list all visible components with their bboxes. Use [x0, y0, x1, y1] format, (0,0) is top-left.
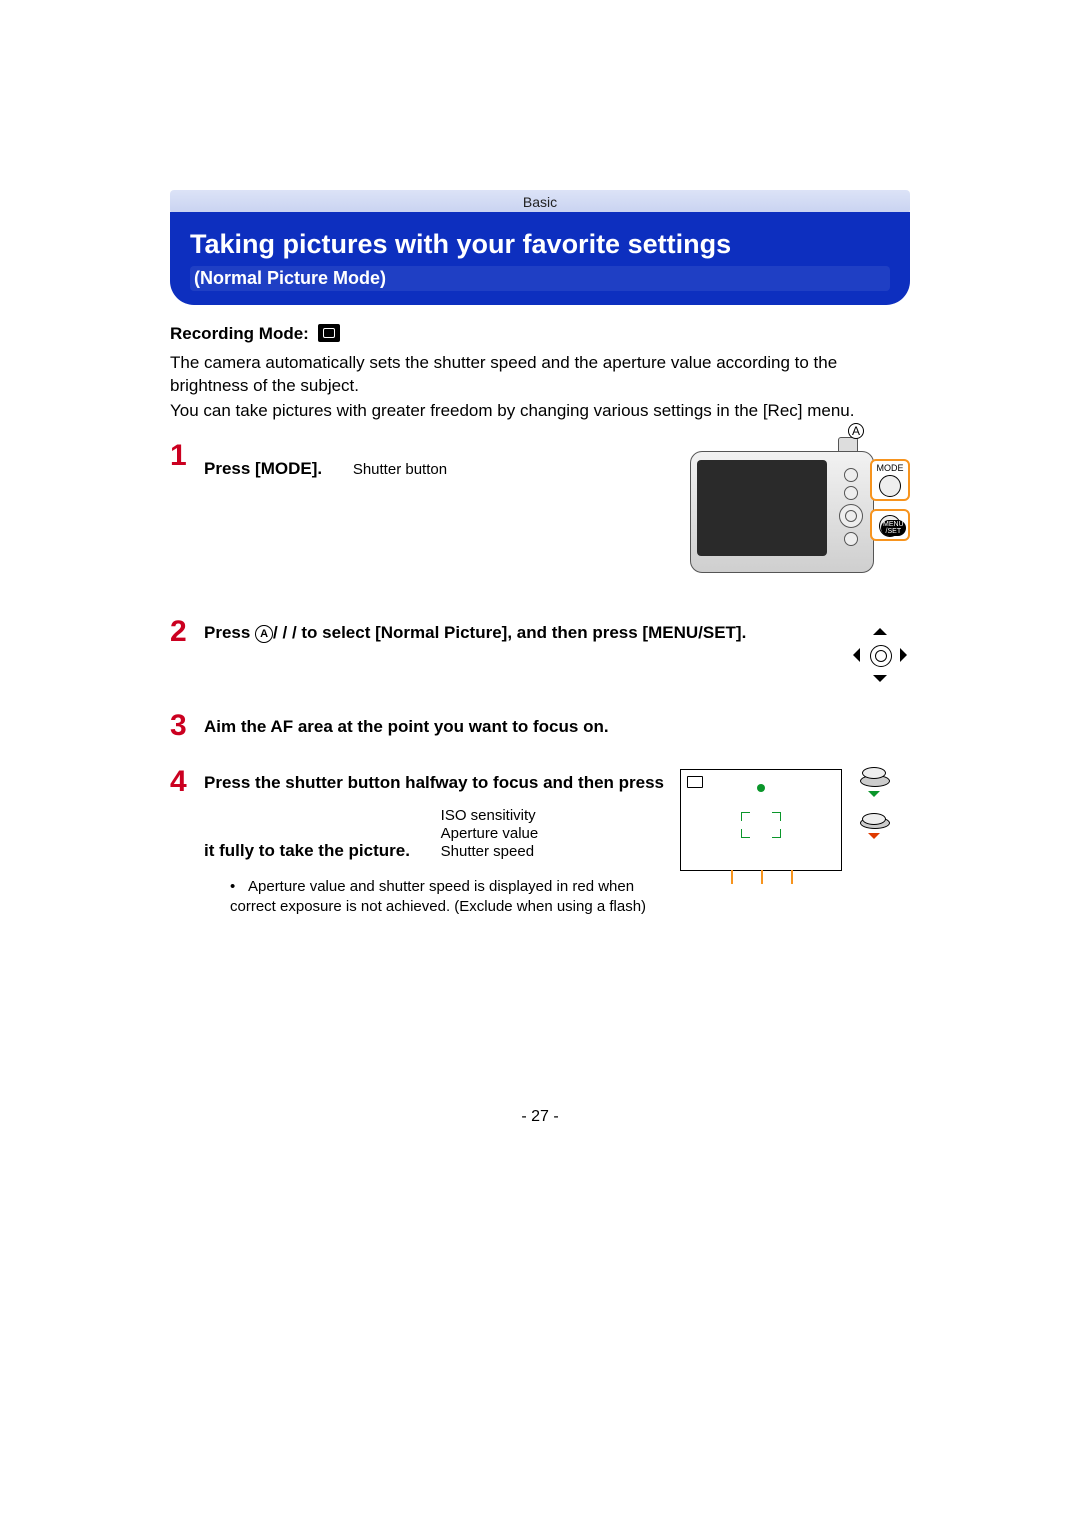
step-number: 1 — [170, 441, 204, 471]
step-mid: / / / to select [Normal Picture], and th… — [273, 623, 746, 642]
callout-A: A — [848, 423, 864, 439]
step-3: 3 Aim the AF area at the point you want … — [170, 713, 910, 741]
small-button-icon — [844, 468, 858, 482]
mode-label: MODE — [872, 463, 908, 473]
step-number: 2 — [170, 617, 204, 647]
tick-icon — [761, 870, 763, 884]
up-arrow-icon — [873, 621, 887, 635]
step-text: Press the shutter button halfway to focu… — [204, 773, 664, 860]
page-number: - 27 - — [0, 1108, 1080, 1126]
intro-para-1: The camera automatically sets the shutte… — [170, 352, 910, 398]
page: Basic Taking pictures with your favorite… — [0, 0, 1080, 916]
step-number: 4 — [170, 767, 204, 797]
rec-mode-icon — [687, 776, 703, 788]
press-diagrams — [860, 767, 900, 851]
step-4: 4 Press the shutter button halfway to fo… — [170, 769, 910, 916]
nav-diagram — [850, 619, 910, 685]
value-labels: ISO sensitivity Aperture value Shutter s… — [441, 807, 539, 861]
aperture-label: Aperture value — [441, 825, 539, 843]
menuset-button-callout: MENU /SET — [870, 509, 910, 541]
step-text: Aim the AF area at the point you want to… — [204, 717, 609, 736]
half-press-icon — [860, 767, 888, 789]
step-note: •Aperture value and shutter speed is dis… — [230, 877, 670, 916]
step-number: 3 — [170, 711, 204, 741]
right-arrow-icon — [900, 648, 914, 662]
step-2: 2 Press A/ / / to select [Normal Picture… — [170, 619, 910, 685]
step-body: Press A/ / / to select [Normal Picture],… — [204, 619, 850, 643]
note-text: Aperture value and shutter speed is disp… — [230, 878, 646, 915]
bullet-icon: • — [230, 877, 248, 897]
title-block: Taking pictures with your favorite setti… — [170, 212, 910, 305]
menuset-button-icon: MENU /SET — [879, 515, 901, 537]
page-title: Taking pictures with your favorite setti… — [190, 228, 890, 260]
center-button-icon — [870, 645, 892, 667]
left-arrow-icon — [846, 648, 860, 662]
callout-letter: A — [255, 625, 273, 643]
camera-mode-icon — [318, 324, 340, 342]
nav-cross-icon — [850, 625, 910, 685]
camera-body — [690, 451, 874, 573]
mode-button-callout: MODE — [870, 459, 910, 501]
step-1: 1 Press [MODE]. Shutter button A — [170, 443, 910, 591]
lcd-diagram — [680, 769, 910, 871]
step-body: Press the shutter button halfway to focu… — [204, 769, 680, 916]
focus-dot-icon — [757, 784, 765, 792]
full-press-icon — [860, 809, 888, 831]
page-subtitle: (Normal Picture Mode) — [190, 266, 890, 291]
intro-para-2: You can take pictures with greater freed… — [170, 400, 910, 423]
camera-diagram: A MODE — [690, 443, 910, 591]
shutter-speed-label: Shutter speed — [441, 843, 539, 861]
iso-label: ISO sensitivity — [441, 807, 539, 825]
step-prefix: Press — [204, 623, 255, 642]
recording-mode-label: Recording Mode: — [170, 324, 309, 343]
camera-callouts: MODE MENU /SET — [870, 459, 910, 549]
nav-dial-icon — [839, 504, 863, 528]
camera-screen — [697, 460, 827, 556]
lcd-screen — [680, 769, 842, 871]
down-arrow-icon — [873, 675, 887, 689]
shutter-button-label: Shutter button — [353, 461, 447, 479]
mode-button-icon — [879, 475, 901, 497]
step-text: Press [MODE]. — [204, 459, 322, 478]
steps-list: 1 Press [MODE]. Shutter button A — [170, 443, 910, 916]
camera-buttons — [833, 464, 869, 550]
step-body: Aim the AF area at the point you want to… — [204, 713, 910, 737]
small-button-icon — [844, 486, 858, 500]
small-button-icon — [844, 532, 858, 546]
af-area-icon — [741, 812, 781, 838]
value-ticks — [721, 870, 821, 884]
step-body: Press [MODE]. Shutter button — [204, 443, 690, 479]
menuset-label: MENU /SET — [881, 520, 906, 536]
intro: Recording Mode: The camera automatically… — [170, 323, 910, 423]
tick-icon — [731, 870, 733, 884]
tick-icon — [791, 870, 793, 884]
section-header: Basic — [170, 190, 910, 214]
